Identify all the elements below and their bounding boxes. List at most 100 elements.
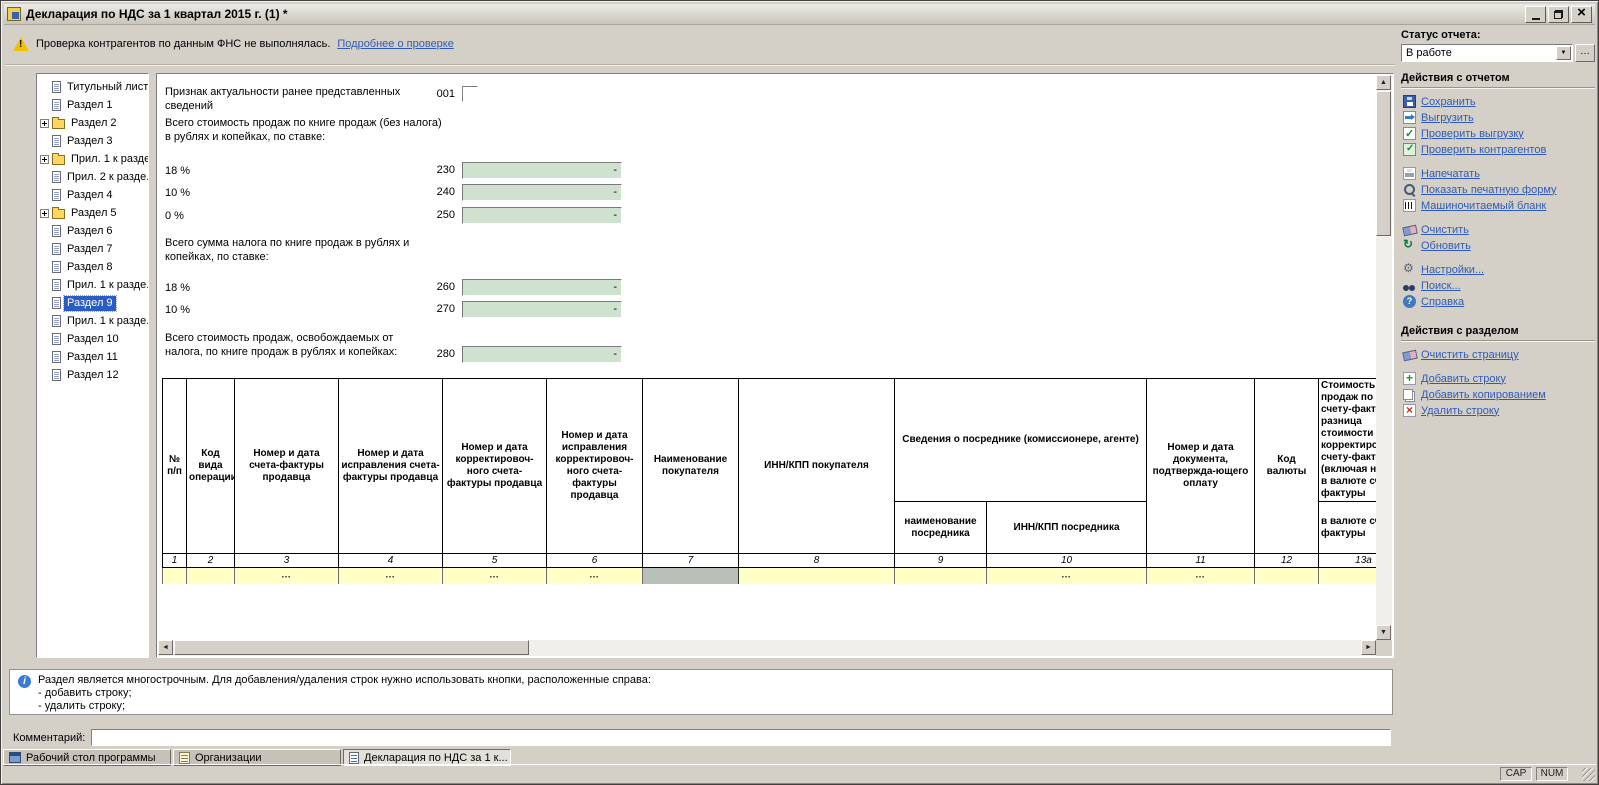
action-clear[interactable]: Очистить (1421, 224, 1469, 236)
warning-details-link[interactable]: Подробнее о проверке (337, 38, 453, 50)
group2-title: Всего сумма налога по книге продаж в руб… (165, 236, 445, 264)
tree-item-pril-1-k-razdelu-9[interactable]: Прил. 1 к разде... (38, 312, 148, 330)
tree-item-label: Прил. 1 к разде... (64, 278, 149, 293)
action-delete-row[interactable]: Удалить строку (1421, 405, 1499, 417)
scroll-up-button[interactable] (1376, 75, 1391, 90)
expand-icon[interactable] (40, 119, 49, 128)
tree-item-titulnyi-list[interactable]: Титульный лист (38, 78, 148, 96)
help-icon (1403, 295, 1416, 308)
action-refresh[interactable]: Обновить (1421, 240, 1471, 252)
tree-item-razdel-6[interactable]: Раздел 6 (38, 222, 148, 240)
restore-icon (1554, 10, 1563, 19)
scroll-down-button[interactable] (1376, 625, 1391, 640)
document-icon (52, 315, 61, 327)
cell-9[interactable] (895, 568, 987, 585)
cell-5[interactable] (443, 568, 547, 585)
action-search[interactable]: Поиск... (1421, 280, 1461, 292)
group3-title: Всего стоимость продаж, освобождаемых от… (165, 331, 427, 359)
cell-7-selected[interactable] (643, 568, 739, 585)
tree-item-pril-2-k-razdelu-3[interactable]: Прил. 2 к разде... (38, 168, 148, 186)
cell-1[interactable] (163, 568, 187, 585)
horizontal-scrollbar[interactable] (158, 640, 1376, 656)
document-icon (52, 333, 61, 345)
cell-4[interactable] (339, 568, 443, 585)
horizontal-scroll-thumb[interactable] (174, 640, 529, 655)
field-240[interactable]: - (462, 184, 622, 201)
field-280[interactable]: - (462, 346, 622, 363)
action-add-row[interactable]: Добавить строку (1421, 373, 1506, 385)
action-save[interactable]: Сохранить (1421, 96, 1476, 108)
document-icon (52, 297, 61, 309)
tree-item-label: Раздел 9 (64, 296, 116, 311)
print-icon (1403, 167, 1416, 180)
tree-item-razdel-11[interactable]: Раздел 11 (38, 348, 148, 366)
action-clear-page[interactable]: Очистить страницу (1421, 349, 1519, 361)
tree-item-label: Раздел 5 (68, 206, 120, 221)
cell-12[interactable] (1255, 568, 1319, 585)
cell-8[interactable] (739, 568, 895, 585)
check-contractors-icon (1403, 143, 1416, 156)
cell-13a[interactable] (1319, 568, 1378, 585)
status-choose-button[interactable] (1575, 44, 1595, 62)
tree-item-razdel-10[interactable]: Раздел 10 (38, 330, 148, 348)
tree-item-razdel-9[interactable]: Раздел 9 (38, 294, 148, 312)
rate-label: 10 % (165, 186, 190, 200)
col-header-12: Код валюты (1255, 379, 1319, 554)
tree-item-razdel-5[interactable]: Раздел 5 (38, 204, 148, 222)
actions-panel: Статус отчета: В работе Действия с отчет… (1401, 29, 1595, 419)
action-add-row-copy[interactable]: Добавить копированием (1421, 389, 1546, 401)
close-icon (1577, 11, 1586, 17)
col-number: 11 (1147, 554, 1255, 568)
field-260[interactable]: - (462, 279, 622, 296)
close-button[interactable] (1571, 6, 1592, 23)
vertical-scrollbar[interactable] (1376, 75, 1392, 640)
action-settings[interactable]: Настройки... (1421, 264, 1484, 276)
resize-grip[interactable] (1582, 768, 1595, 781)
scroll-right-button[interactable] (1361, 640, 1376, 655)
field-270[interactable]: - (462, 301, 622, 318)
tree-item-pril-1-k-razdelu-8[interactable]: Прил. 1 к разде... (38, 276, 148, 294)
field-250[interactable]: - (462, 207, 622, 224)
tree-item-razdel-12[interactable]: Раздел 12 (38, 366, 148, 384)
window-title: Декларация по НДС за 1 квартал 2015 г. (… (26, 7, 1523, 21)
field-230[interactable]: - (462, 162, 622, 179)
refresh-icon (1403, 239, 1416, 252)
cell-3[interactable] (235, 568, 339, 585)
cell-10[interactable] (987, 568, 1147, 585)
cell-2[interactable] (187, 568, 235, 585)
action-check-upload[interactable]: Проверить выгрузку (1421, 128, 1524, 140)
scroll-left-button[interactable] (158, 640, 173, 655)
vertical-scroll-thumb[interactable] (1376, 91, 1391, 236)
comment-input[interactable] (91, 729, 1391, 746)
tree-item-razdel-7[interactable]: Раздел 7 (38, 240, 148, 258)
col-number: 3 (235, 554, 339, 568)
actuality-field[interactable] (462, 86, 478, 102)
expand-icon[interactable] (40, 209, 49, 218)
action-print[interactable]: Напечатать (1421, 168, 1480, 180)
field-value: - (613, 209, 617, 221)
cell-11[interactable] (1147, 568, 1255, 585)
action-machine-readable-form[interactable]: Машиночитаемый бланк (1421, 200, 1546, 212)
minimize-button[interactable] (1525, 6, 1546, 23)
form-area: Признак актуальности ранее представленны… (156, 73, 1394, 658)
report-status-combobox[interactable]: В работе (1401, 44, 1573, 62)
cell-6[interactable] (547, 568, 643, 585)
action-export[interactable]: Выгрузить (1421, 112, 1474, 124)
action-check-contractors[interactable]: Проверить контрагентов (1421, 144, 1546, 156)
col-number: 8 (739, 554, 895, 568)
title-bar[interactable]: Декларация по НДС за 1 квартал 2015 г. (… (4, 4, 1595, 25)
tree-item-pril-1-k-razdelu-3[interactable]: Прил. 1 к разде... (38, 150, 148, 168)
tree-item-razdel-2[interactable]: Раздел 2 (38, 114, 148, 132)
tree-item-razdel-8[interactable]: Раздел 8 (38, 258, 148, 276)
action-show-print-form[interactable]: Показать печатную форму (1421, 184, 1557, 196)
chevron-down-icon[interactable] (1556, 46, 1571, 60)
document-icon (52, 171, 61, 183)
tree-item-razdel-1[interactable]: Раздел 1 (38, 96, 148, 114)
expand-icon[interactable] (40, 155, 49, 164)
tree-item-razdel-3[interactable]: Раздел 3 (38, 132, 148, 150)
delete-row-icon (1403, 404, 1416, 417)
action-help[interactable]: Справка (1421, 296, 1464, 308)
restore-button[interactable] (1548, 6, 1569, 23)
info-line: - удалить строку; (38, 700, 125, 712)
tree-item-razdel-4[interactable]: Раздел 4 (38, 186, 148, 204)
